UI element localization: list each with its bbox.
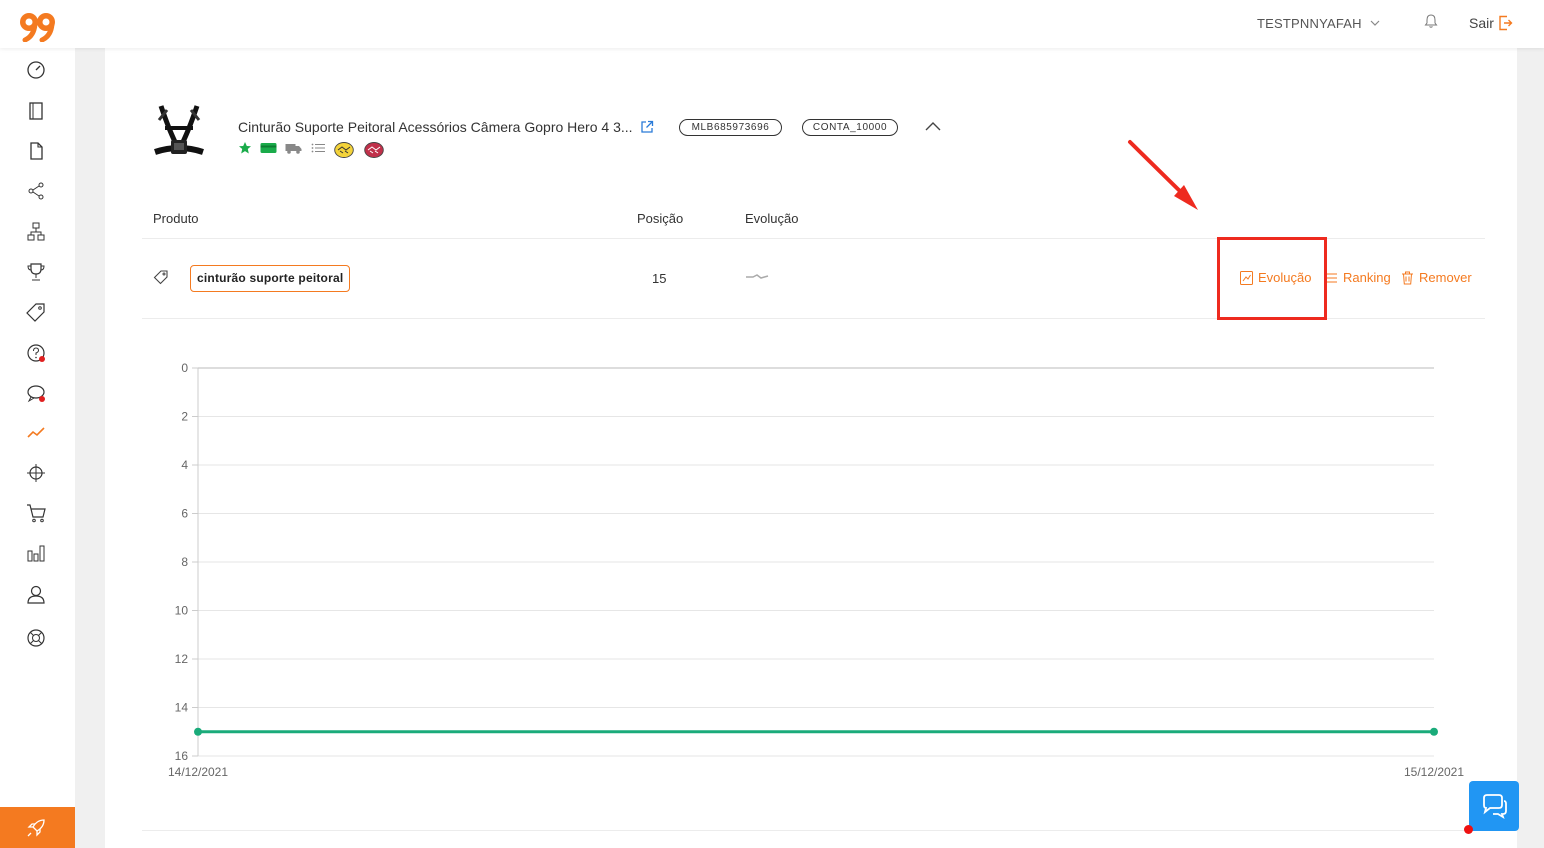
chat-widget-button[interactable] — [1469, 781, 1519, 831]
user-icon — [27, 585, 45, 604]
column-header-position: Posição — [637, 211, 684, 226]
sidebar-item-target[interactable] — [25, 462, 47, 484]
sidebar — [0, 48, 75, 848]
price-tag-icon — [26, 303, 45, 322]
external-link-icon[interactable] — [640, 120, 654, 134]
trophy-icon — [27, 263, 45, 281]
y-tick-label: 12 — [175, 652, 189, 666]
credit-card-icon — [260, 143, 277, 153]
sidebar-item-trophy[interactable] — [25, 261, 47, 283]
seller-badge-icon — [364, 142, 384, 158]
list-icon — [311, 143, 325, 153]
lifebuoy-icon — [27, 629, 45, 647]
ranking-button[interactable]: Ranking — [1325, 270, 1391, 285]
column-header-evolution: Evolução — [745, 211, 799, 226]
sidebar-item-questions[interactable] — [25, 342, 47, 364]
data-point — [194, 727, 202, 736]
logo-icon[interactable] — [18, 10, 58, 42]
highlight-box — [1217, 237, 1327, 320]
remove-button-label: Remover — [1419, 270, 1472, 285]
evolution-sparkline — [746, 274, 769, 279]
account-badge: CONTA_10000 — [802, 119, 898, 136]
sidebar-item-ranking[interactable] — [25, 422, 47, 444]
cart-icon — [27, 504, 46, 523]
x-tick-label: 15/12/2021 — [1404, 765, 1464, 779]
ranking-button-label: Ranking — [1343, 270, 1391, 285]
sidebar-item-users[interactable] — [25, 583, 47, 605]
mlb-id-badge: MLB685973696 — [679, 119, 782, 136]
y-tick-label: 6 — [181, 507, 188, 521]
notebook-icon — [29, 102, 43, 120]
sidebar-item-notebook[interactable] — [25, 100, 47, 122]
sidebar-item-support[interactable] — [25, 627, 47, 649]
user-name[interactable]: TESTPNNYAFAH — [1257, 16, 1362, 31]
y-tick-label: 8 — [181, 555, 188, 569]
x-tick-label: 14/12/2021 — [168, 765, 228, 779]
y-tick-label: 14 — [175, 701, 189, 715]
notification-dot — [39, 356, 45, 362]
tag-icon — [153, 270, 168, 285]
keyword-chip[interactable]: cinturão suporte peitoral — [190, 265, 351, 292]
column-header-product: Produto — [153, 211, 199, 226]
arrow-annotation-icon — [1128, 140, 1198, 210]
speedometer-icon — [27, 61, 45, 79]
notification-dot — [39, 396, 45, 402]
sidebar-item-share[interactable] — [25, 180, 47, 202]
crosshair-icon — [27, 464, 45, 482]
trash-icon — [1402, 271, 1413, 284]
product-thumbnail[interactable] — [143, 100, 215, 172]
divider — [142, 830, 1485, 831]
y-tick-label: 10 — [175, 604, 189, 618]
document-icon — [30, 142, 43, 160]
logout-icon[interactable] — [1498, 15, 1513, 31]
logout-button[interactable]: Sair — [1469, 15, 1494, 31]
trend-line-icon — [27, 427, 45, 438]
chevron-up-icon[interactable] — [925, 120, 941, 132]
star-icon — [239, 142, 251, 154]
sidebar-rocket-button[interactable] — [0, 807, 75, 848]
top-bar: TESTPNNYAFAH Sair — [0, 0, 1544, 48]
chevron-down-icon[interactable] — [1369, 17, 1381, 29]
share-icon — [28, 182, 44, 200]
truck-icon — [285, 144, 302, 154]
notification-dot — [1464, 825, 1473, 834]
sidebar-item-reports[interactable] — [25, 542, 47, 564]
rocket-icon — [27, 819, 45, 837]
bell-icon[interactable] — [1424, 13, 1438, 29]
chat-icon — [1483, 794, 1507, 820]
bar-chart-icon — [27, 545, 45, 562]
y-tick-label: 16 — [175, 749, 189, 763]
handshake-badge-icon — [334, 142, 354, 158]
evolution-chart: 0 2 4 6 8 10 12 14 16 14/12/2021 15/12/2021 — [168, 361, 1464, 779]
sidebar-item-documents[interactable] — [25, 140, 47, 162]
sidebar-item-cart[interactable] — [25, 502, 47, 524]
y-tick-label: 4 — [181, 458, 188, 472]
remove-button[interactable]: Remover — [1401, 270, 1472, 285]
sidebar-item-messages[interactable] — [25, 382, 47, 404]
sidebar-item-dashboard[interactable] — [25, 59, 47, 81]
position-value: 15 — [652, 271, 667, 286]
y-tick-label: 2 — [181, 410, 188, 424]
y-tick-label: 0 — [181, 361, 188, 375]
sidebar-item-tags[interactable] — [25, 301, 47, 323]
sitemap-icon — [27, 222, 45, 241]
product-title[interactable]: Cinturão Suporte Peitoral Acessórios Câm… — [238, 119, 633, 135]
data-point — [1430, 727, 1438, 736]
sidebar-item-structure[interactable] — [25, 221, 47, 243]
